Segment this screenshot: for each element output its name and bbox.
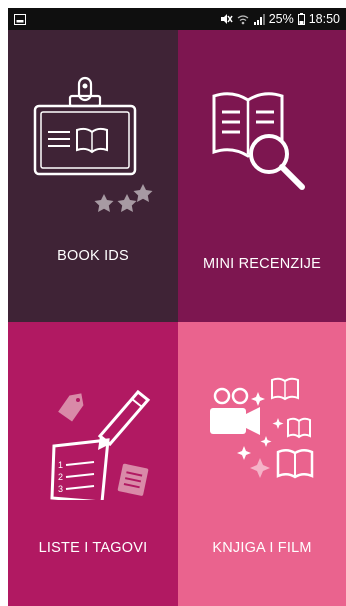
book-film-icon bbox=[210, 377, 314, 479]
tile-knjiga-i-film[interactable]: KNJIGA I FILM bbox=[178, 322, 346, 606]
tile-liste-i-tagovi[interactable]: 1 2 3 LISTE I TAGOVI bbox=[8, 322, 178, 606]
menu-grid: BOOK IDS MINI RECENZIJE 1 2 3 LISTE I TA… bbox=[8, 30, 346, 606]
tile-label: BOOK IDS bbox=[57, 248, 129, 264]
tile-book-ids[interactable]: BOOK IDS bbox=[8, 30, 178, 322]
list-pencil-icon: 1 2 3 bbox=[50, 389, 151, 500]
tile-label: LISTE I TAGOVI bbox=[38, 540, 148, 556]
battery-percent: 25% bbox=[268, 12, 294, 26]
svg-text:2: 2 bbox=[58, 472, 63, 482]
book-magnifier-icon bbox=[212, 92, 305, 190]
svg-text:3: 3 bbox=[58, 484, 63, 494]
tile-label: KNJIGA I FILM bbox=[212, 540, 312, 556]
app-screen: 25% 18:50 BOOK IDS MINI RECENZIJE 1 2 3 … bbox=[8, 8, 346, 606]
status-bar: 25% 18:50 bbox=[8, 8, 346, 30]
gallery-icon bbox=[14, 13, 26, 25]
battery-icon bbox=[297, 13, 305, 25]
mute-icon bbox=[220, 14, 233, 24]
signal-icon bbox=[253, 13, 265, 25]
svg-text:1: 1 bbox=[58, 460, 63, 470]
id-card-icon bbox=[33, 76, 153, 212]
tile-label: MINI RECENZIJE bbox=[203, 256, 321, 272]
wifi-icon bbox=[237, 14, 249, 24]
tile-mini-recenzije[interactable]: MINI RECENZIJE bbox=[178, 30, 346, 322]
clock: 18:50 bbox=[308, 12, 340, 26]
